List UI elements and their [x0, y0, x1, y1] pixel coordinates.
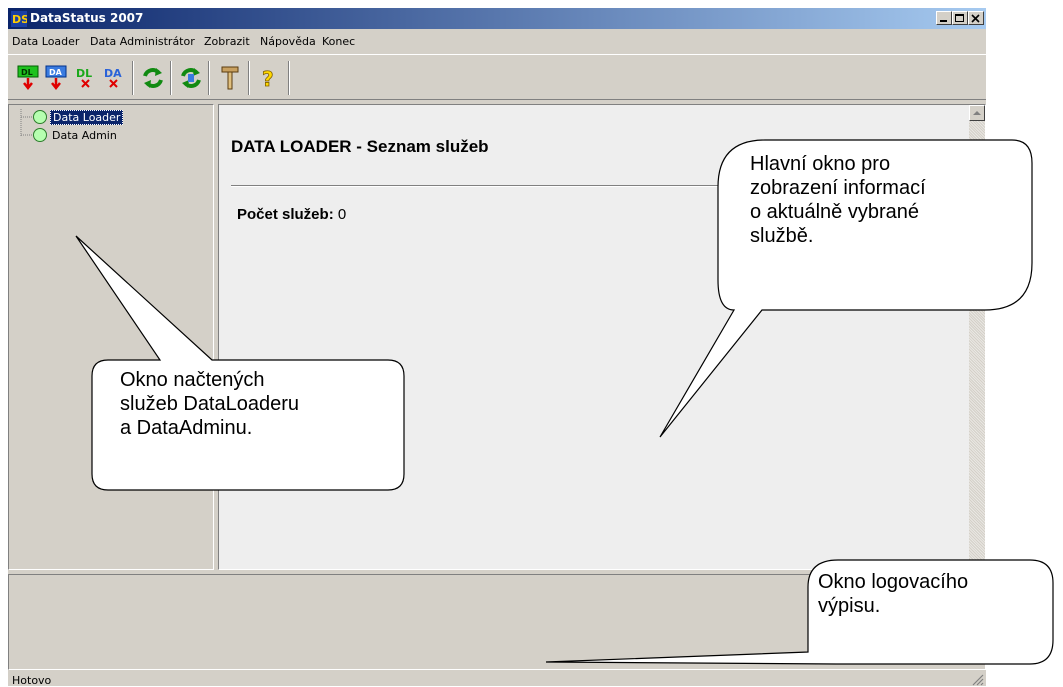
- help-button[interactable]: ?: [256, 65, 282, 92]
- menu-data-administrator[interactable]: Data Administrátor: [90, 35, 195, 48]
- maximize-icon: [955, 14, 964, 22]
- help-label: ?: [262, 67, 274, 91]
- close-button[interactable]: [968, 11, 984, 25]
- refresh-button[interactable]: [140, 65, 166, 91]
- scroll-up-button[interactable]: [969, 105, 985, 121]
- menu-napoveda[interactable]: Nápověda: [260, 35, 316, 48]
- toolbar-separator: [170, 61, 172, 95]
- refresh-icon: [143, 68, 163, 88]
- tree-item-label: Data Admin: [52, 128, 117, 142]
- toolbar-separator: [288, 61, 290, 95]
- toolbar: DL DA DL DA ?: [8, 54, 986, 100]
- log-panel: [8, 574, 986, 670]
- maximize-button[interactable]: [952, 11, 968, 25]
- page-title: DATA LOADER - Seznam služeb: [231, 137, 489, 156]
- refresh-all-icon: [181, 68, 201, 88]
- da-stop-icon: DA: [104, 67, 122, 88]
- dl-stop-icon: DL: [76, 67, 92, 88]
- da-start-icon: DA: [45, 65, 67, 91]
- service-count-label: Počet služeb:: [237, 206, 334, 223]
- service-count: Počet služeb: 0: [237, 206, 346, 223]
- dl-start-label: DL: [21, 68, 33, 77]
- tree-item-label: Data Loader: [50, 109, 124, 125]
- menu-konec[interactable]: Konec: [322, 35, 355, 48]
- main-panel: DATA LOADER - Seznam služeb Počet služeb…: [218, 104, 986, 570]
- menu-bar: Data Loader Data Administrátor Zobrazit …: [8, 31, 986, 51]
- minimize-icon: [940, 20, 947, 22]
- chevron-up-icon: [973, 111, 981, 115]
- toolbar-separator: [132, 61, 134, 95]
- close-icon: [971, 14, 980, 23]
- toolbar-separator: [208, 61, 210, 95]
- menu-zobrazit[interactable]: Zobrazit: [204, 35, 250, 48]
- app-logo-icon: DS: [11, 11, 27, 27]
- dl-stop-label: DL: [76, 67, 92, 80]
- tree-item-data-loader[interactable]: Data Loader: [33, 109, 124, 125]
- tree-item-data-admin[interactable]: Data Admin: [33, 127, 119, 143]
- service-status-icon: [33, 128, 47, 142]
- dl-stop-button[interactable]: DL: [74, 65, 100, 91]
- window-title: DataStatus 2007: [30, 11, 144, 25]
- tools-icon: [221, 66, 239, 90]
- menu-data-loader[interactable]: Data Loader: [12, 35, 79, 48]
- app-window: DS DataStatus 2007 Data Loader Data Admi…: [8, 8, 986, 687]
- help-icon: ?: [262, 67, 274, 92]
- svg-text:DS: DS: [12, 13, 27, 26]
- minimize-button[interactable]: [936, 11, 952, 25]
- tools-button[interactable]: [218, 65, 244, 91]
- service-tree[interactable]: Data Loader Data Admin: [8, 104, 214, 570]
- divider: [231, 185, 961, 187]
- resize-grip-icon[interactable]: [972, 674, 984, 686]
- da-start-button[interactable]: DA: [44, 65, 70, 91]
- dl-start-button[interactable]: DL: [16, 65, 42, 91]
- dl-start-icon: DL: [17, 65, 39, 91]
- title-bar[interactable]: DS DataStatus 2007: [8, 8, 986, 29]
- toolbar-separator: [248, 61, 250, 95]
- vertical-scrollbar[interactable]: [969, 105, 985, 569]
- service-status-icon: [33, 110, 47, 124]
- service-count-value: 0: [337, 206, 347, 223]
- da-stop-button[interactable]: DA: [102, 65, 128, 91]
- refresh-all-button[interactable]: [178, 65, 204, 91]
- status-text: Hotovo: [12, 674, 52, 687]
- da-stop-label: DA: [104, 67, 122, 80]
- da-start-label: DA: [49, 68, 63, 77]
- status-bar: Hotovo: [8, 672, 986, 687]
